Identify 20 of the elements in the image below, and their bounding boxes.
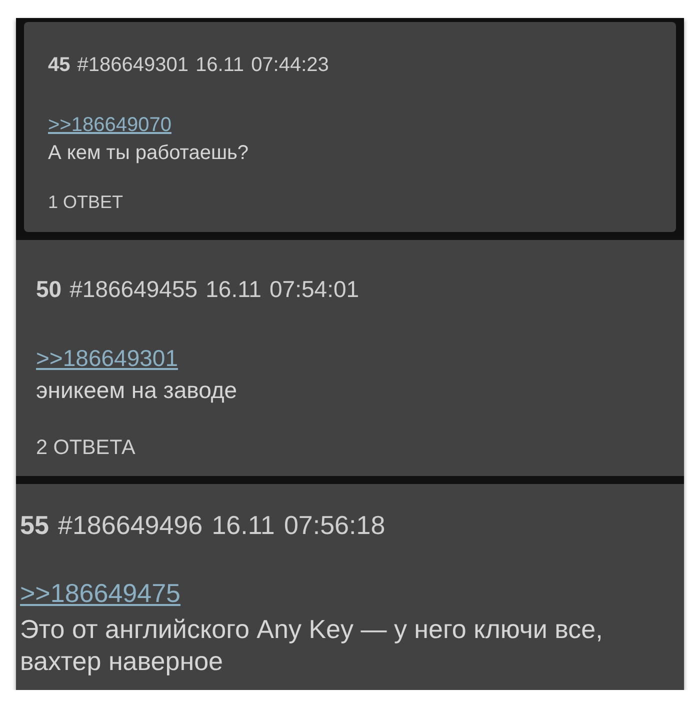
post-date: 16.11 — [206, 275, 262, 304]
post-number: 50 — [36, 275, 62, 304]
post-time: 07:56:18 — [284, 509, 386, 542]
reply-link[interactable]: >>186649475 — [20, 574, 181, 613]
post-time: 07:54:01 — [270, 275, 360, 304]
post-text: эникеем на заводе — [36, 376, 238, 405]
post-text: А кем ты работаешь? — [48, 141, 250, 166]
reply-link[interactable]: >>186649070 — [48, 110, 172, 140]
post-text: Это от английского Any Key — у него ключи все, вахтер наверное — [20, 612, 604, 678]
post-number: 55 — [20, 509, 49, 542]
post-id: #186649496 — [58, 509, 203, 542]
post-date: 16.11 — [212, 509, 275, 542]
post-number: 45 — [48, 53, 70, 78]
post-id: #186649301 — [77, 53, 188, 78]
replies-link[interactable]: 1 ОТВЕТ — [48, 189, 124, 216]
reply-link[interactable]: >>186649301 — [36, 341, 178, 376]
post-id: #186649455 — [70, 275, 198, 304]
replies-link[interactable]: 2 ОТВЕТА — [36, 432, 136, 464]
post-date: 16.11 — [195, 53, 244, 78]
post-time: 07:44:23 — [251, 53, 329, 78]
